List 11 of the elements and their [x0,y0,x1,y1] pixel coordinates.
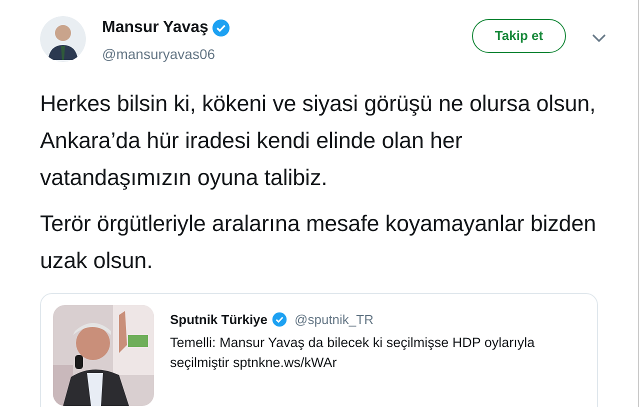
quoted-tweet-card[interactable]: Sputnik Türkiye @sputnik_TR Temelli: Mansur Yavaş da bilecek ki seçilmişse HDP oylarıyla seçilmiştir sptnkne.ws/kWAr [40,293,598,407]
quoted-author-name: Sputnik Türkiye [170,311,268,329]
tweet-text: Terör örgütleriyle aralarına mesafe koyamayanlar bizden uzak olsun. [40,210,598,275]
quoted-author-handle: @sputnik_TR [294,311,374,329]
avatar[interactable] [40,16,86,62]
tweet-text: Herkes bilsin ki, kökeni ve siyasi görüşü ne olursa olsun, Ankara’da hür iradesi kendi elinde olan her vatandaşımızın oyuna talibiz. [40,90,597,192]
quoted-tweet-text: Temelli: Mansur Yavaş da bilecek ki seçilmişse HDP oylarıyla seçilmiştir sptnkne.ws/kWAr [170,334,536,372]
author-handle[interactable]: @mansuryavas06 [102,44,230,65]
follow-button[interactable]: Takip et [472,19,566,53]
chevron-down-icon[interactable] [592,34,606,43]
author-name[interactable]: Mansur Yavaş [102,16,208,40]
